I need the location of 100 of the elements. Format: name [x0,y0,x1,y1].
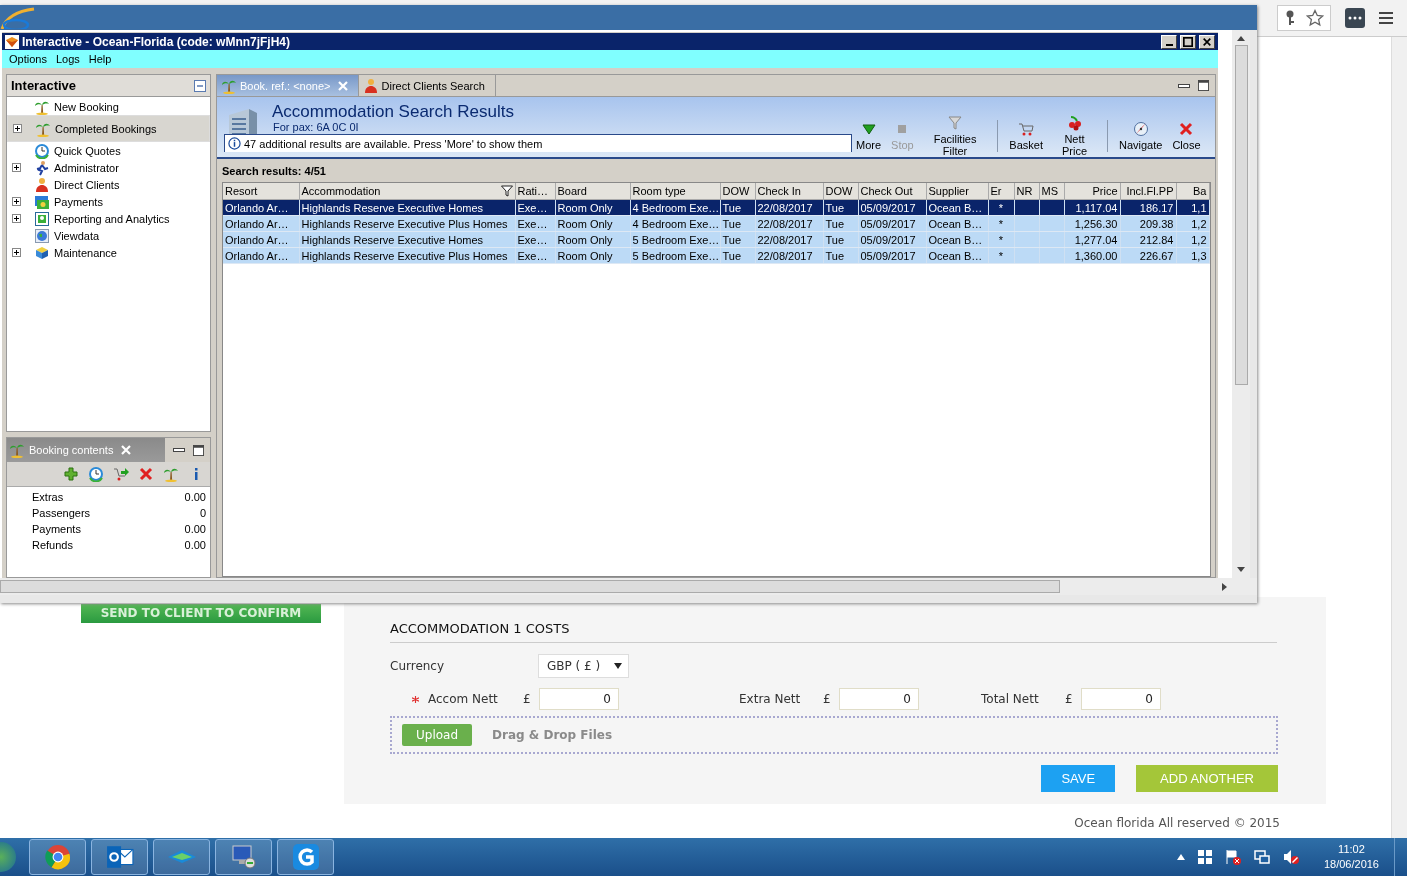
column-header[interactable]: NR [1014,183,1039,200]
app-taskbar-button[interactable] [153,839,210,875]
scrollbar[interactable] [1232,30,1250,578]
muted-speaker-icon[interactable] [1282,849,1299,865]
table-cell: Tue [722,249,742,262]
tree-item[interactable]: Administrator [7,159,210,176]
column-header[interactable]: DOW [720,183,755,200]
arrow-down-icon[interactable] [1237,567,1245,572]
clock-icon[interactable] [88,466,104,482]
caret-icon[interactable] [614,663,623,669]
filter-icon[interactable] [500,185,513,197]
tree-item[interactable]: Quick Quotes [7,142,210,159]
money-icon [34,193,50,210]
toolbar-button[interactable]: Facilities Filter [919,115,991,157]
expand-icon[interactable] [12,163,21,172]
column-header[interactable]: Er [988,183,1014,200]
close-icon [1202,36,1212,47]
column-header[interactable]: Incl.Fl.PP [1120,183,1176,200]
column-header[interactable]: Price [1064,183,1120,200]
column-header[interactable]: Rati… [515,183,555,200]
address-bar[interactable] [1277,5,1331,31]
person-icon [34,176,50,193]
scrollbar[interactable] [1391,37,1407,838]
table-cell: * [998,249,1004,262]
minimize-icon[interactable] [1177,83,1190,88]
cart-arrow-icon[interactable] [113,466,129,482]
network-icon[interactable] [1253,849,1270,865]
table-cell: 05/09/2017 [860,201,916,214]
arrow-right-icon[interactable] [1222,582,1227,591]
expand-icon[interactable] [12,197,21,206]
table-row[interactable]: Orlando Ar… Highlands Reserve Executive Homes Exe… Room Only 5 Bedroom Exe… Tue 22/08/2017 Tue 05/09/2017 Ocean B… * 1,277.04 212.84 1,2 [223,231,1209,248]
minimize-icon[interactable] [173,448,185,452]
table-row[interactable]: Orlando Ar… Highlands Reserve Executive Plus Homes Exe… Room Only 4 Bedroom Exe… Tue 22/08/2017 Tue 05/09/2017 Ocean B… * 1,256.30 209.38 1,2 [223,215,1209,232]
column-header[interactable]: DOW [823,183,858,200]
amount-field[interactable]: 0 [1081,688,1161,710]
column-header[interactable]: Check In [755,183,823,200]
app-taskbar-button[interactable] [277,839,334,875]
tree-item[interactable]: Maintenance [7,244,210,261]
table-row[interactable]: Orlando Ar… Highlands Reserve Executive Homes Exe… Room Only 4 Bedroom Exe… Tue 22/08/2017 Tue 05/09/2017 Ocean B… * 1,117.04 186.17 1,1 [223,199,1209,216]
palm-tree-icon[interactable] [163,466,179,482]
tree-item[interactable]: Reporting and Analytics [7,210,210,227]
toolbar-button[interactable]: More [852,121,886,151]
column-header[interactable]: Accommodation [299,183,515,200]
app-logo-icon [0,7,36,29]
tree-item[interactable]: Viewdata [7,227,210,244]
delete-icon[interactable] [138,466,154,482]
column-header[interactable]: Ba [1176,183,1209,200]
summary-label: Passengers [32,507,91,519]
column-header[interactable]: MS [1039,183,1064,200]
maximize-icon[interactable] [1197,80,1209,91]
mail-taskbar-button[interactable] [91,839,148,875]
expand-icon[interactable] [12,248,21,257]
expand-icon[interactable] [12,214,21,223]
clock-date: 18/06/2016 [1323,857,1379,872]
arrow-up-icon[interactable] [1237,36,1245,41]
tree-item[interactable]: Completed Bookings [7,115,210,142]
tree-item[interactable]: Payments [7,193,210,210]
column-header[interactable]: Room type [630,183,720,200]
star-icon[interactable] [1306,9,1324,27]
close-icon[interactable] [121,445,132,455]
toolbar-button[interactable]: Close [1168,121,1205,151]
toolbar-button[interactable]: Nett Price [1048,115,1101,157]
menu-icon[interactable] [1379,11,1393,25]
tray-expand-icon[interactable] [1176,854,1185,860]
expand-icon[interactable] [13,124,22,133]
table-row[interactable]: Orlando Ar… Highlands Reserve Executive Plus Homes Exe… Room Only 5 Bedroom Exe… Tue 22/08/2017 Tue 05/09/2017 Ocean B… * 1,360.00 226.67 1,3 [223,247,1209,264]
column-header[interactable]: Board [555,183,630,200]
amount-field[interactable]: 0 [839,688,919,710]
flag-error-icon[interactable] [1224,849,1241,865]
tab[interactable]: Direct Clients Search [358,75,496,96]
globe-icon [34,227,50,244]
tree-item[interactable]: New Booking [7,98,210,115]
column-header[interactable]: Check Out [858,183,926,200]
add-icon[interactable] [63,466,79,482]
browser-taskbar-button[interactable] [29,839,86,875]
extension-icon[interactable] [1345,8,1365,28]
windows-icon[interactable] [1197,850,1212,864]
table-cell: 22/08/2017 [757,249,813,262]
scrollbar[interactable] [0,578,1257,595]
boxes-icon [34,244,50,261]
key-icon[interactable] [1284,10,1296,26]
menu-item[interactable]: Help [85,53,118,65]
close-icon[interactable] [337,80,348,91]
column-header[interactable]: Resort [223,183,299,200]
close-button[interactable] [1199,34,1215,49]
table-cell: Ocean B… [928,201,983,214]
amount-field[interactable]: 0 [539,688,619,710]
currency-select[interactable]: GBP ( £ ) [538,654,630,678]
maximize-icon[interactable] [193,444,204,456]
maximize-button[interactable] [1180,34,1196,49]
minimize-button[interactable] [1161,34,1177,49]
toolbar-button[interactable]: Basket [1005,121,1047,151]
toolbar-button[interactable]: Navigate [1114,121,1167,151]
remote-desktop-taskbar-button[interactable] [215,839,272,875]
collapse-icon[interactable] [194,79,206,92]
tree-item[interactable]: Direct Clients [7,176,210,193]
menu-item[interactable]: Options [6,53,53,65]
summary-value: 0.00 [184,491,206,503]
menu-item[interactable]: Logs [52,53,86,65]
column-header[interactable]: Supplier [926,183,988,200]
